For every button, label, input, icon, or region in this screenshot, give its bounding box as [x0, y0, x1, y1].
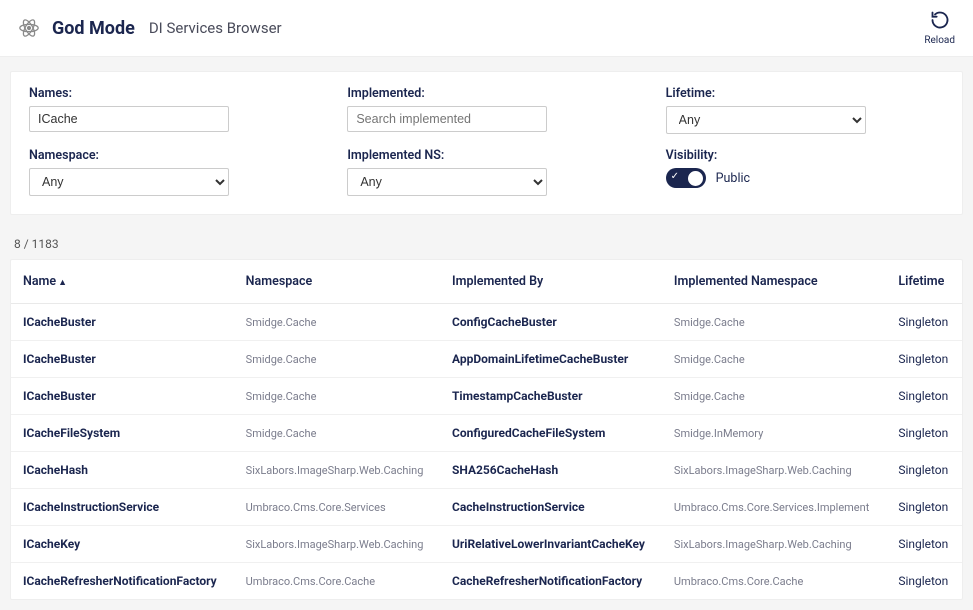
- filter-lifetime: Lifetime: Any: [666, 86, 944, 134]
- cell-lifetime: Singleton: [886, 526, 962, 563]
- cell-name: ICacheHash: [11, 452, 234, 489]
- cell-implemented-ns: Smidge.Cache: [662, 304, 886, 341]
- cell-lifetime: Singleton: [886, 489, 962, 526]
- cell-lifetime: Singleton: [886, 341, 962, 378]
- table-row[interactable]: ICacheHashSixLabors.ImageSharp.Web.Cachi…: [11, 452, 962, 489]
- visibility-value: Public: [716, 171, 750, 186]
- visibility-label: Visibility:: [666, 148, 944, 163]
- cell-name: ICacheBuster: [11, 378, 234, 415]
- cell-implemented-by: ConfiguredCacheFileSystem: [440, 415, 662, 452]
- reload-label: Reload: [924, 35, 955, 46]
- cell-implemented-by: ConfigCacheBuster: [440, 304, 662, 341]
- reload-icon: [930, 10, 950, 30]
- table-row[interactable]: ICacheRefresherNotificationFactoryUmbrac…: [11, 563, 962, 600]
- page-title: God Mode: [52, 18, 135, 39]
- cell-implemented-by: UriRelativeLowerInvariantCacheKey: [440, 526, 662, 563]
- cell-name: ICacheFileSystem: [11, 415, 234, 452]
- col-header-lifetime[interactable]: Lifetime: [886, 260, 962, 304]
- table-row[interactable]: ICacheBusterSmidge.CacheTimestampCacheBu…: [11, 378, 962, 415]
- cell-namespace: SixLabors.ImageSharp.Web.Caching: [234, 526, 440, 563]
- cell-implemented-by: SHA256CacheHash: [440, 452, 662, 489]
- cell-lifetime: Singleton: [886, 415, 962, 452]
- filter-namespace: Namespace: Any: [29, 148, 307, 196]
- table-row[interactable]: ICacheKeySixLabors.ImageSharp.Web.Cachin…: [11, 526, 962, 563]
- names-label: Names:: [29, 86, 307, 101]
- namespace-label: Namespace:: [29, 148, 307, 163]
- namespace-select[interactable]: Any: [29, 168, 229, 196]
- sort-asc-icon: ▲: [58, 278, 67, 288]
- cell-name: ICacheRefresherNotificationFactory: [11, 563, 234, 600]
- names-input[interactable]: [29, 106, 229, 132]
- cell-implemented-by: AppDomainLifetimeCacheBuster: [440, 341, 662, 378]
- cell-implemented-ns: Umbraco.Cms.Core.Services.Implement: [662, 489, 886, 526]
- implemented-input[interactable]: [347, 106, 547, 132]
- cell-lifetime: Singleton: [886, 378, 962, 415]
- cell-lifetime: Singleton: [886, 563, 962, 600]
- col-header-impl-ns[interactable]: Implemented Namespace: [662, 260, 886, 304]
- cell-implemented-ns: SixLabors.ImageSharp.Web.Caching: [662, 452, 886, 489]
- table-row[interactable]: ICacheInstructionServiceUmbraco.Cms.Core…: [11, 489, 962, 526]
- cell-implemented-ns: SixLabors.ImageSharp.Web.Caching: [662, 526, 886, 563]
- implemented-label: Implemented:: [347, 86, 625, 101]
- visibility-toggle[interactable]: [666, 168, 706, 188]
- atom-icon: [18, 17, 40, 39]
- cell-namespace: Umbraco.Cms.Core.Services: [234, 489, 440, 526]
- filter-implemented-ns: Implemented NS: Any: [347, 148, 625, 196]
- filters-panel: Names: Implemented: Lifetime: Any Namesp…: [10, 71, 963, 215]
- col-header-impl-by[interactable]: Implemented By: [440, 260, 662, 304]
- cell-namespace: Smidge.Cache: [234, 415, 440, 452]
- cell-namespace: Smidge.Cache: [234, 378, 440, 415]
- filter-implemented: Implemented:: [347, 86, 625, 134]
- cell-implemented-by: CacheRefresherNotificationFactory: [440, 563, 662, 600]
- cell-name: ICacheKey: [11, 526, 234, 563]
- cell-implemented-ns: Umbraco.Cms.Core.Cache: [662, 563, 886, 600]
- cell-implemented-by: CacheInstructionService: [440, 489, 662, 526]
- cell-namespace: Smidge.Cache: [234, 341, 440, 378]
- col-header-name[interactable]: Name▲: [11, 260, 234, 304]
- lifetime-select[interactable]: Any: [666, 106, 866, 134]
- page-subtitle: DI Services Browser: [149, 19, 282, 37]
- table-row[interactable]: ICacheBusterSmidge.CacheConfigCacheBuste…: [11, 304, 962, 341]
- table-row[interactable]: ICacheBusterSmidge.CacheAppDomainLifetim…: [11, 341, 962, 378]
- cell-lifetime: Singleton: [886, 304, 962, 341]
- filter-visibility: Visibility: Public: [666, 148, 944, 196]
- cell-name: ICacheBuster: [11, 304, 234, 341]
- table-row[interactable]: ICacheFileSystemSmidge.CacheConfiguredCa…: [11, 415, 962, 452]
- implemented-ns-select[interactable]: Any: [347, 168, 547, 196]
- cell-lifetime: Singleton: [886, 452, 962, 489]
- cell-implemented-by: TimestampCacheBuster: [440, 378, 662, 415]
- results-table: Name▲ Namespace Implemented By Implement…: [10, 259, 963, 600]
- result-count: 8 / 1183: [0, 231, 973, 259]
- cell-namespace: SixLabors.ImageSharp.Web.Caching: [234, 452, 440, 489]
- lifetime-label: Lifetime:: [666, 86, 944, 101]
- cell-name: ICacheInstructionService: [11, 489, 234, 526]
- cell-namespace: Smidge.Cache: [234, 304, 440, 341]
- col-header-namespace[interactable]: Namespace: [234, 260, 440, 304]
- header-bar: God Mode DI Services Browser Reload: [0, 0, 973, 57]
- cell-namespace: Umbraco.Cms.Core.Cache: [234, 563, 440, 600]
- cell-implemented-ns: Smidge.Cache: [662, 378, 886, 415]
- reload-button[interactable]: Reload: [924, 10, 955, 46]
- cell-name: ICacheBuster: [11, 341, 234, 378]
- cell-implemented-ns: Smidge.Cache: [662, 341, 886, 378]
- filter-names: Names:: [29, 86, 307, 134]
- cell-implemented-ns: Smidge.InMemory: [662, 415, 886, 452]
- implemented-ns-label: Implemented NS:: [347, 148, 625, 163]
